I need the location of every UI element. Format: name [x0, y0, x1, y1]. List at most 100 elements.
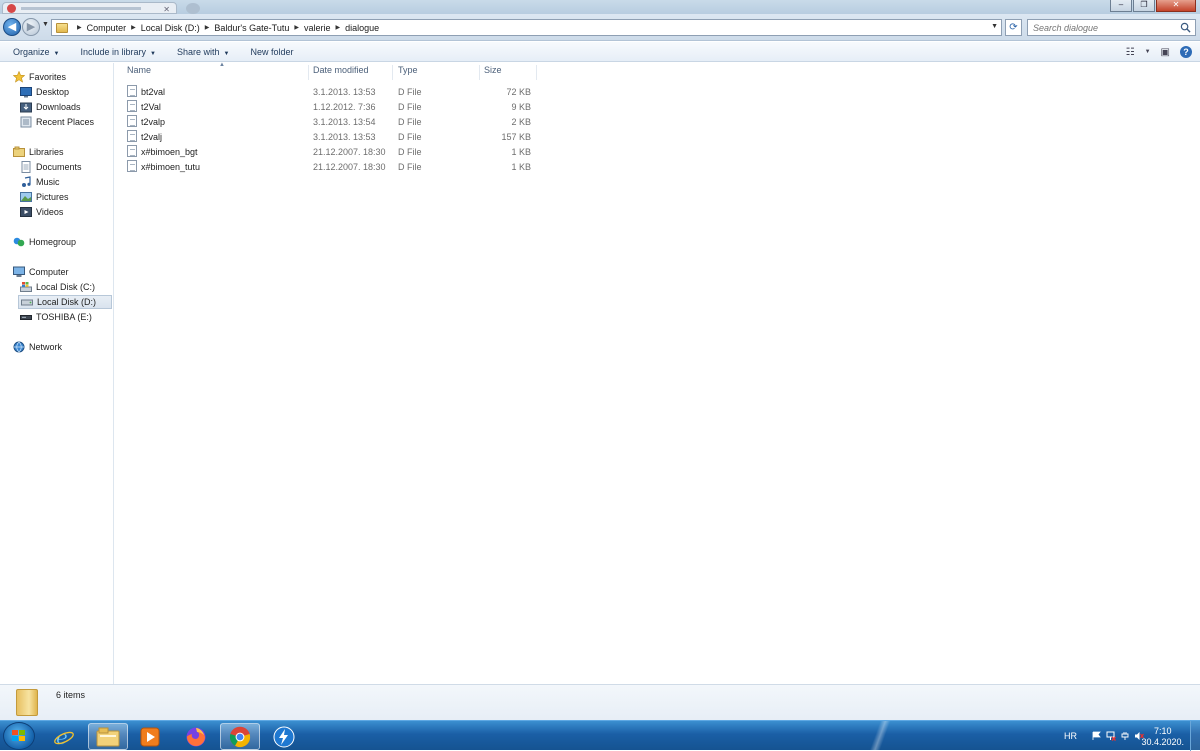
- breadcrumb-baldurs-gate-tutu[interactable]: Baldur's Gate-Tutu: [214, 23, 289, 33]
- network-error-icon[interactable]: [1106, 731, 1116, 741]
- nav-videos[interactable]: Videos: [20, 205, 63, 219]
- network-icon: [13, 341, 25, 353]
- music-icon: [22, 176, 31, 187]
- command-bar: Organize ▼ Include in library ▼ Share with…: [0, 42, 1200, 62]
- document-file-icon: [127, 85, 137, 97]
- sort-ascending-icon: ▲: [219, 62, 225, 68]
- taskbar-windows-explorer[interactable]: [88, 723, 128, 750]
- address-bar[interactable]: ▶ Computer ▶ Local Disk (D:) ▶ Baldur's …: [51, 19, 1002, 36]
- start-button[interactable]: [3, 722, 35, 750]
- refresh-button[interactable]: ⟳: [1005, 19, 1022, 36]
- column-type-label: Type: [398, 65, 418, 75]
- organize-menu[interactable]: Organize ▼: [13, 47, 59, 57]
- power-plug-icon[interactable]: [1120, 731, 1130, 741]
- breadcrumb-arrow-icon[interactable]: ▶: [205, 24, 210, 31]
- column-header-size[interactable]: Size: [480, 65, 537, 80]
- new-tab-icon[interactable]: [186, 3, 200, 14]
- nav-network[interactable]: Network: [13, 340, 62, 354]
- file-date-modified: 3.1.2013. 13:53: [313, 132, 376, 142]
- file-date-modified: 3.1.2013. 13:53: [313, 87, 376, 97]
- taskbar-chrome[interactable]: [220, 723, 260, 750]
- file-row[interactable]: t2valj 3.1.2013. 13:53 D File 157 KB: [125, 130, 535, 145]
- file-explorer-icon: [96, 727, 120, 746]
- file-name[interactable]: x#bimoen_tutu: [141, 162, 200, 172]
- chevron-down-icon: ▼: [150, 50, 156, 57]
- homegroup-icon: [13, 237, 25, 247]
- nav-toshiba-e[interactable]: TOSHIBA (E:): [20, 310, 92, 324]
- item-count: 6 items: [56, 690, 86, 700]
- maximize-button[interactable]: ❐: [1133, 0, 1155, 12]
- nav-documents[interactable]: Documents: [20, 160, 82, 174]
- column-header-name[interactable]: ▲ Name: [123, 62, 309, 80]
- close-button[interactable]: ✕: [1156, 0, 1196, 12]
- clock[interactable]: 7:10 30.4.2020.: [1141, 726, 1184, 748]
- include-in-library-menu[interactable]: Include in library ▼: [80, 47, 155, 57]
- nav-homegroup[interactable]: Homegroup: [13, 235, 76, 249]
- nav-network-label: Network: [29, 342, 63, 352]
- share-with-menu[interactable]: Share with ▼: [177, 47, 229, 57]
- show-desktop-button[interactable]: [1190, 721, 1200, 751]
- file-name[interactable]: t2Val: [141, 102, 161, 112]
- taskbar-media-player[interactable]: [130, 723, 170, 750]
- system-tray: HR 7:10 30.4.2020.: [1040, 721, 1200, 751]
- file-name[interactable]: t2valj: [141, 132, 162, 142]
- address-row: ◀ ▶ ▼ ▶ Computer ▶ Local Disk (D:) ▶ Bal…: [0, 14, 1200, 41]
- preview-pane-icon[interactable]: ▣: [1161, 47, 1170, 58]
- background-browser-tab[interactable]: ✕: [2, 2, 177, 14]
- star-icon: [13, 71, 25, 83]
- taskbar-firefox[interactable]: [176, 723, 216, 750]
- file-name[interactable]: bt2val: [141, 87, 165, 97]
- file-name[interactable]: x#bimoen_bgt: [141, 147, 198, 157]
- document-file-icon: [127, 130, 137, 142]
- language-indicator[interactable]: HR: [1064, 731, 1077, 741]
- search-icon[interactable]: [1180, 22, 1191, 33]
- breadcrumb-local-disk-d[interactable]: Local Disk (D:): [141, 23, 200, 33]
- file-name[interactable]: t2valp: [141, 117, 165, 127]
- nav-videos-label: Videos: [36, 207, 64, 217]
- action-center-flag-icon[interactable]: [1092, 731, 1102, 741]
- column-header-type[interactable]: Type: [394, 65, 480, 80]
- breadcrumb-dialogue[interactable]: dialogue: [345, 23, 379, 33]
- breadcrumb-valerie[interactable]: valerie: [304, 23, 331, 33]
- new-folder-button[interactable]: New folder: [250, 47, 293, 57]
- chrome-icon: [229, 726, 251, 747]
- change-view-icon[interactable]: ☷: [1126, 47, 1135, 58]
- nav-libraries[interactable]: Libraries: [13, 145, 64, 159]
- nav-music[interactable]: Music: [20, 175, 60, 189]
- tab-close-icon[interactable]: ✕: [163, 5, 170, 14]
- file-row[interactable]: x#bimoen_bgt 21.12.2007. 18:30 D File 1 …: [125, 145, 535, 160]
- search-box[interactable]: [1027, 19, 1196, 36]
- search-input[interactable]: [1033, 22, 1178, 33]
- nav-downloads[interactable]: Downloads: [20, 100, 81, 114]
- documents-icon: [21, 161, 31, 173]
- file-row[interactable]: x#bimoen_tutu 21.12.2007. 18:30 D File 1…: [125, 160, 535, 175]
- forward-button[interactable]: ▶: [22, 18, 40, 36]
- file-row[interactable]: bt2val 3.1.2013. 13:53 D File 72 KB: [125, 85, 535, 100]
- address-dropdown-icon[interactable]: ▼: [991, 23, 998, 30]
- breadcrumb-arrow-icon[interactable]: ▶: [294, 24, 299, 31]
- nav-desktop[interactable]: Desktop: [20, 85, 69, 99]
- nav-computer[interactable]: Computer: [13, 265, 69, 279]
- help-icon[interactable]: ?: [1180, 46, 1192, 58]
- breadcrumb-computer[interactable]: Computer: [87, 23, 127, 33]
- nav-pictures[interactable]: Pictures: [20, 190, 69, 204]
- column-header-date-modified[interactable]: Date modified: [309, 65, 393, 80]
- view-options-chevron-icon[interactable]: ▼: [1145, 49, 1151, 55]
- back-button[interactable]: ◀: [3, 18, 21, 36]
- taskbar-thunder-app[interactable]: [264, 723, 304, 750]
- breadcrumb-arrow-icon[interactable]: ▶: [131, 24, 136, 31]
- nav-toshiba-e-label: TOSHIBA (E:): [36, 312, 92, 322]
- nav-local-disk-d[interactable]: Local Disk (D:): [18, 295, 112, 309]
- breadcrumb-arrow-icon[interactable]: ▶: [77, 24, 82, 31]
- nav-desktop-label: Desktop: [36, 87, 70, 97]
- hard-drive-icon: [21, 299, 33, 306]
- nav-local-disk-c[interactable]: Local Disk (C:): [20, 280, 95, 294]
- breadcrumb-arrow-icon[interactable]: ▶: [335, 24, 340, 31]
- recent-pages-chevron-icon[interactable]: ▼: [42, 21, 49, 28]
- nav-favorites[interactable]: Favorites: [13, 70, 66, 84]
- taskbar-internet-explorer[interactable]: e: [44, 723, 84, 750]
- minimize-button[interactable]: –: [1110, 0, 1132, 12]
- file-row[interactable]: t2valp 3.1.2013. 13:54 D File 2 KB: [125, 115, 535, 130]
- file-row[interactable]: t2Val 1.12.2012. 7:36 D File 9 KB: [125, 100, 535, 115]
- nav-recent-places[interactable]: Recent Places: [20, 115, 94, 129]
